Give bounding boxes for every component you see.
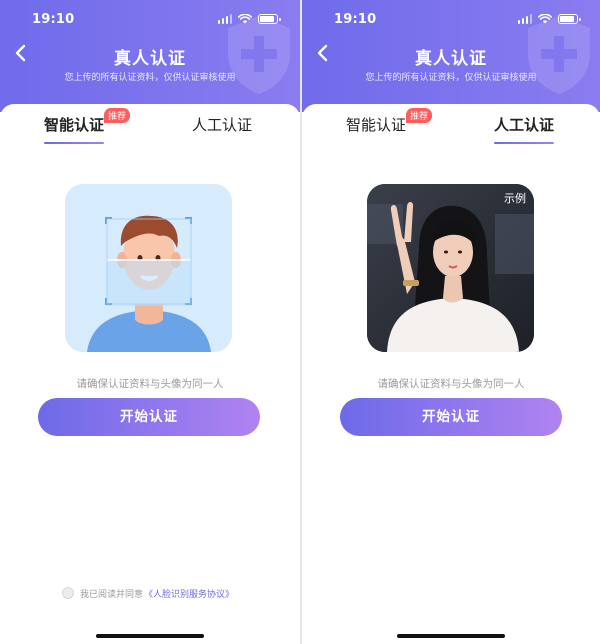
tab-manual-verification[interactable]: 人工认证 <box>192 114 252 144</box>
hint-text: 请确保认证资料与头像为同一人 <box>76 378 224 390</box>
home-indicator <box>397 634 505 638</box>
header: 19:10 真人认证 您上传的所有认证资料，仅供认证审核使用 <box>302 0 600 112</box>
header: 19:10 真人认证 您上传的所有认证资料，仅供认证审核使用 <box>0 0 300 112</box>
home-indicator <box>96 634 204 638</box>
example-person-photo <box>367 184 534 352</box>
status-time: 19:10 <box>334 12 377 27</box>
agreement-text: 我已阅读并同意 <box>80 589 144 600</box>
tab-bar: 智能认证 推荐 人工认证 <box>0 108 300 150</box>
tab-active-indicator <box>44 141 105 144</box>
content-sheet: 智能认证 推荐 人工认证 <box>0 104 300 644</box>
avatar-illustration <box>65 184 232 352</box>
recommend-badge: 推荐 <box>406 108 433 123</box>
example-photo: 示例 <box>367 184 534 352</box>
tab-label: 智能认证 <box>44 116 105 134</box>
tab-bar: 智能认证 推荐 人工认证 <box>302 108 600 150</box>
phone-screen-manual: 19:10 真人认证 您上传的所有认证资料，仅供认证审核使用 智能认证 推荐 人… <box>302 0 600 644</box>
tab-label: 人工认证 <box>494 116 555 134</box>
tab-smart-verification[interactable]: 智能认证 推荐 <box>346 108 433 144</box>
agreement-checkbox[interactable] <box>62 587 74 599</box>
agreement-row: 我已阅读并同意 《人脸识别服务协议》 <box>62 586 234 600</box>
start-verification-button[interactable]: 开始认证 <box>340 398 562 436</box>
example-label: 示例 <box>504 192 526 205</box>
shield-watermark-icon <box>528 16 590 94</box>
shield-watermark-icon <box>228 16 290 94</box>
tab-label: 智能认证 <box>346 116 407 134</box>
agreement-link[interactable]: 《人脸识别服务协议》 <box>144 587 234 600</box>
status-time: 19:10 <box>32 12 75 27</box>
screenshot-stage: 19:10 真人认证 您上传的所有认证资料，仅供认证审核使用 智能认证 推荐 人… <box>0 0 600 644</box>
tab-smart-verification[interactable]: 智能认证 推荐 <box>44 108 131 144</box>
hint-text: 请确保认证资料与头像为同一人 <box>377 378 525 390</box>
content-sheet: 智能认证 推荐 人工认证 <box>302 104 600 644</box>
face-scan-illustration <box>65 184 232 352</box>
tab-manual-verification[interactable]: 人工认证 <box>494 114 555 144</box>
recommend-badge: 推荐 <box>104 108 131 123</box>
start-verification-button[interactable]: 开始认证 <box>38 398 260 436</box>
tab-active-indicator <box>494 141 555 144</box>
phone-screen-ai: 19:10 真人认证 您上传的所有认证资料，仅供认证审核使用 智能认证 推荐 人… <box>0 0 300 644</box>
tab-label: 人工认证 <box>192 116 253 134</box>
